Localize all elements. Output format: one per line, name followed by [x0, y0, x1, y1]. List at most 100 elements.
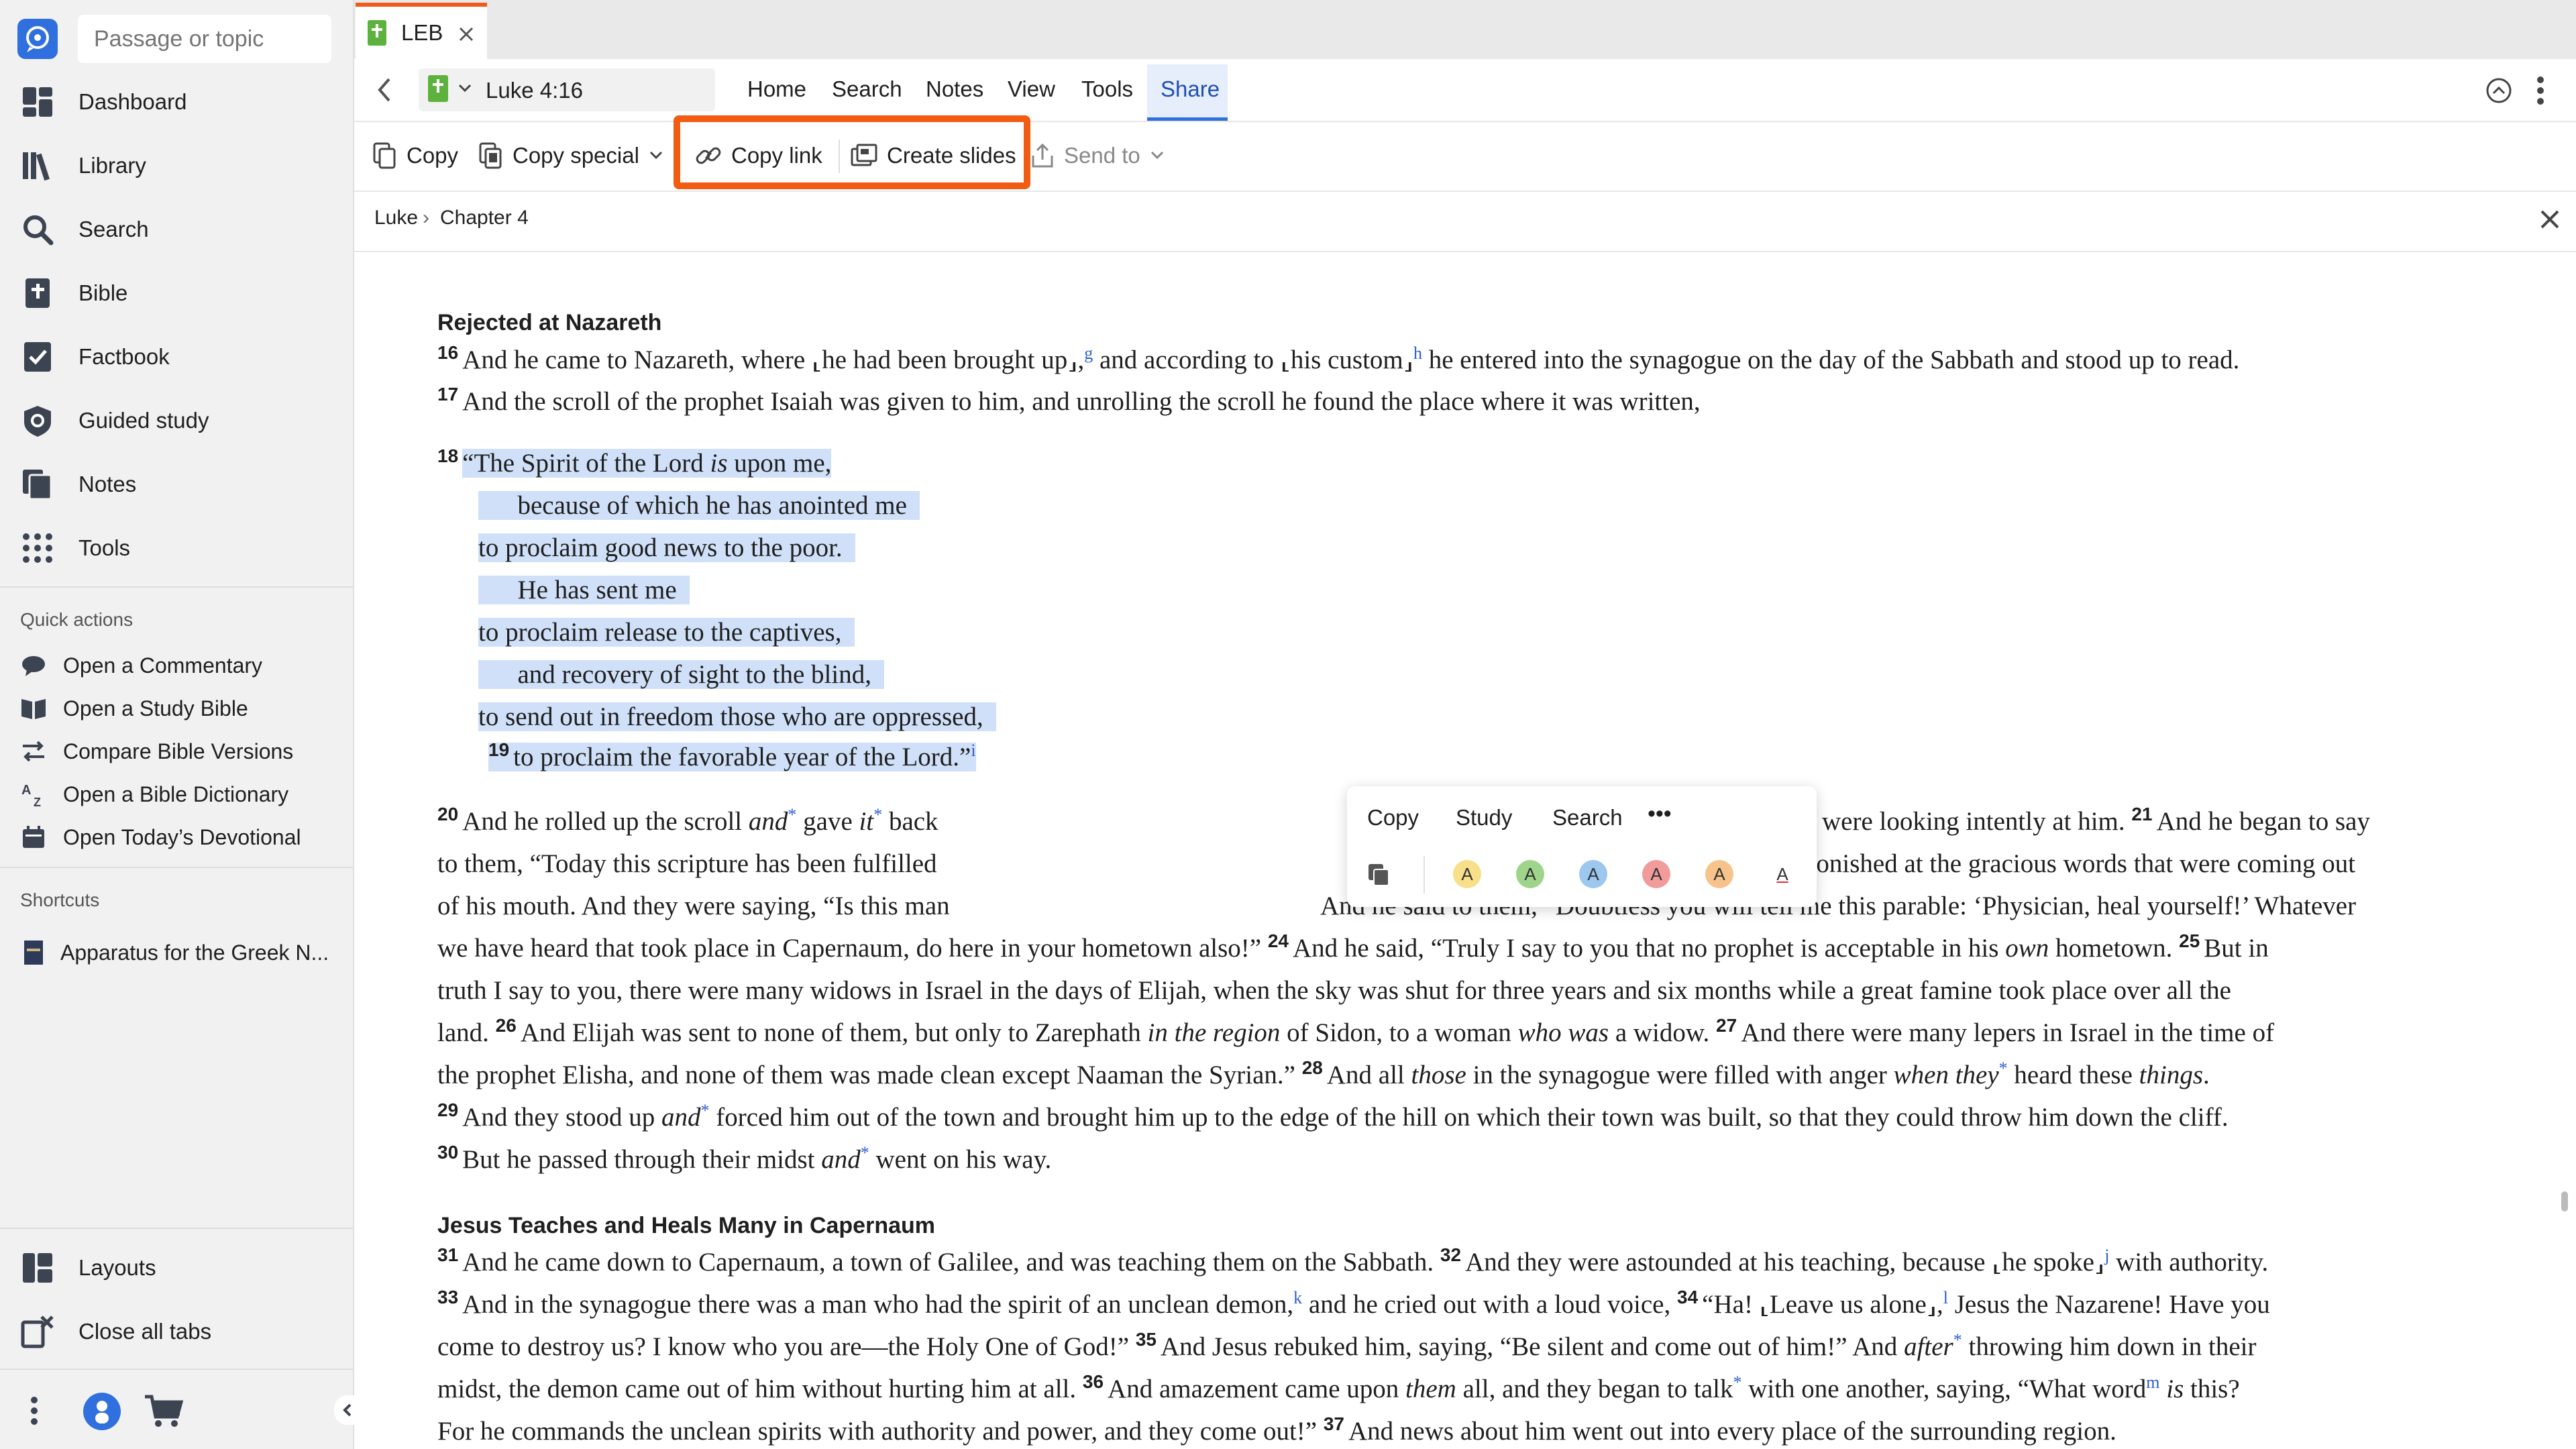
nav-library[interactable]: Library — [0, 139, 353, 193]
quick-action-commentary[interactable]: Open a Commentary — [20, 647, 262, 684]
nav-bible[interactable]: Bible — [0, 266, 353, 320]
verse-text: 31 And he came down to Capernaum, a town … — [437, 1244, 2269, 1277]
copy-special-icon — [479, 142, 502, 169]
menu-home[interactable]: Home — [747, 76, 806, 102]
scrollbar-thumb[interactable] — [2561, 1191, 2568, 1212]
dictionary-az-icon: AZ — [21, 783, 41, 808]
popup-study[interactable]: Study — [1456, 805, 1512, 830]
section-heading: Jesus Teaches and Heals Many in Capernau… — [437, 1213, 935, 1238]
nav-tools-label: Tools — [78, 535, 131, 560]
close-tabs-icon — [21, 1316, 54, 1348]
nav-layouts-label: Layouts — [78, 1255, 156, 1280]
share-upload-icon — [1032, 143, 1053, 168]
verse-text: come to destroy us? I know who you are—t… — [437, 1329, 2257, 1362]
passage-search-input[interactable] — [78, 15, 331, 63]
nav-dashboard-label: Dashboard — [78, 89, 187, 114]
bible-panel: Home Search Notes View Tools Share Copy … — [354, 59, 2576, 1449]
quick-action-dictionary[interactable]: AZ Open a Bible Dictionary — [20, 775, 288, 813]
close-tab-icon[interactable] — [458, 25, 475, 43]
popup-more[interactable]: ••• — [1648, 801, 1672, 827]
nav-factbook[interactable]: Factbook — [0, 330, 353, 384]
app-logo-button[interactable] — [17, 19, 58, 59]
highlight-blue[interactable]: A — [1579, 860, 1607, 888]
collapse-toolbar-icon[interactable] — [2485, 76, 2513, 105]
nav-library-label: Library — [78, 153, 146, 178]
bible-resource-icon — [428, 75, 448, 102]
poetry-line: and recovery of sight to the blind, — [478, 660, 885, 689]
menu-tools[interactable]: Tools — [1081, 76, 1133, 102]
more-vertical-icon[interactable] — [30, 1395, 39, 1426]
bible-tab-icon — [368, 20, 386, 46]
poetry-line: to proclaim release to the captives, — [478, 618, 855, 647]
breadcrumb-book[interactable]: Luke — [374, 207, 418, 229]
quick-action-study-bible[interactable]: Open a Study Bible — [20, 690, 248, 727]
menu-share: Share — [1161, 76, 1220, 101]
tab-label: LEB — [401, 20, 443, 45]
active-tab-indicator — [1147, 117, 1228, 121]
reference-input[interactable] — [484, 74, 708, 107]
highlight-green[interactable]: A — [1516, 860, 1544, 888]
search-bubble-icon — [26, 26, 49, 52]
copy-button[interactable]: Copy — [373, 122, 458, 189]
cart-icon[interactable] — [144, 1394, 184, 1429]
nav-tools[interactable]: Tools — [0, 521, 353, 575]
account-icon[interactable] — [82, 1391, 122, 1432]
poetry-line: because of which he has anointed me — [478, 491, 920, 520]
copy-special-button[interactable]: Copy special — [479, 122, 673, 189]
breadcrumb-separator: › — [423, 207, 429, 229]
nav-guided-study[interactable]: Guided study — [0, 394, 353, 447]
menu-search[interactable]: Search — [832, 76, 902, 102]
verse-text: land. 26 And Elijah was sent to none of t… — [437, 1015, 2275, 1048]
menu-share-tab[interactable]: Share — [1147, 64, 1228, 121]
breadcrumb-chapter[interactable]: Chapter 4 — [440, 207, 529, 229]
reference-box[interactable] — [419, 68, 715, 111]
panel-menu-icon[interactable] — [2536, 75, 2545, 106]
shortcut-apparatus[interactable]: Apparatus for the Greek N... — [20, 934, 329, 971]
menu-view[interactable]: View — [1008, 76, 1055, 102]
compare-arrows-icon — [23, 741, 44, 762]
send-to-label: Send to — [1064, 143, 1140, 168]
highlight-orange[interactable]: A — [1705, 860, 1733, 888]
nav-bible-label: Bible — [78, 280, 128, 305]
popup-search[interactable]: Search — [1552, 805, 1623, 830]
search-icon — [23, 215, 54, 246]
quick-action-label: Open a Study Bible — [63, 696, 248, 720]
quick-action-compare[interactable]: Compare Bible Versions — [20, 733, 293, 770]
close-icon[interactable] — [2538, 208, 2561, 231]
guided-study-icon — [24, 406, 51, 437]
nav-close-all-tabs[interactable]: Close all tabs — [0, 1305, 353, 1358]
back-arrow-icon[interactable] — [374, 75, 394, 105]
sidebar-divider — [0, 586, 353, 588]
verse-text: we have heard that took place in Caperna… — [437, 930, 2269, 963]
highlight-yellow[interactable]: A — [1453, 860, 1481, 888]
nav-search[interactable]: Search — [0, 203, 353, 256]
shortcut-label: Apparatus for the Greek N... — [60, 940, 329, 965]
tab-leb[interactable]: LEB — [356, 3, 487, 60]
chevron-down-icon[interactable] — [458, 83, 472, 94]
font-color-red[interactable]: A — [1768, 860, 1796, 888]
nav-guided-study-label: Guided study — [78, 408, 209, 433]
poetry-line: He has sent me — [478, 576, 690, 604]
verse-text: truth I say to you, there were many wido… — [437, 976, 2231, 1005]
sidebar-divider — [0, 1368, 353, 1370]
nav-layouts[interactable]: Layouts — [0, 1241, 353, 1295]
dashboard-icon — [23, 87, 52, 117]
copy-icon — [373, 142, 396, 169]
copy-icon[interactable] — [1366, 861, 1393, 888]
copy-label: Copy — [407, 143, 459, 168]
send-to-button[interactable]: Send to — [1030, 122, 1174, 189]
popup-copy[interactable]: Copy — [1367, 805, 1419, 830]
popup-divider — [1424, 856, 1425, 894]
menu-notes[interactable]: Notes — [926, 76, 983, 102]
quick-action-label: Compare Bible Versions — [63, 739, 294, 763]
svg-text:Z: Z — [34, 796, 41, 808]
panel-header: Home Search Notes View Tools Share — [354, 59, 2576, 122]
highlight-red[interactable]: A — [1642, 860, 1670, 888]
nav-notes[interactable]: Notes — [0, 458, 353, 511]
verse-text: the prophet Elisha, and none of them was… — [437, 1057, 2210, 1090]
quick-action-devotional[interactable]: Open Today’s Devotional — [20, 818, 301, 856]
copy-special-label: Copy special — [513, 143, 639, 168]
open-book-icon — [21, 699, 46, 719]
nav-dashboard[interactable]: Dashboard — [0, 75, 353, 129]
poetry-line: 19 to proclaim the favorable year of the … — [488, 739, 976, 771]
